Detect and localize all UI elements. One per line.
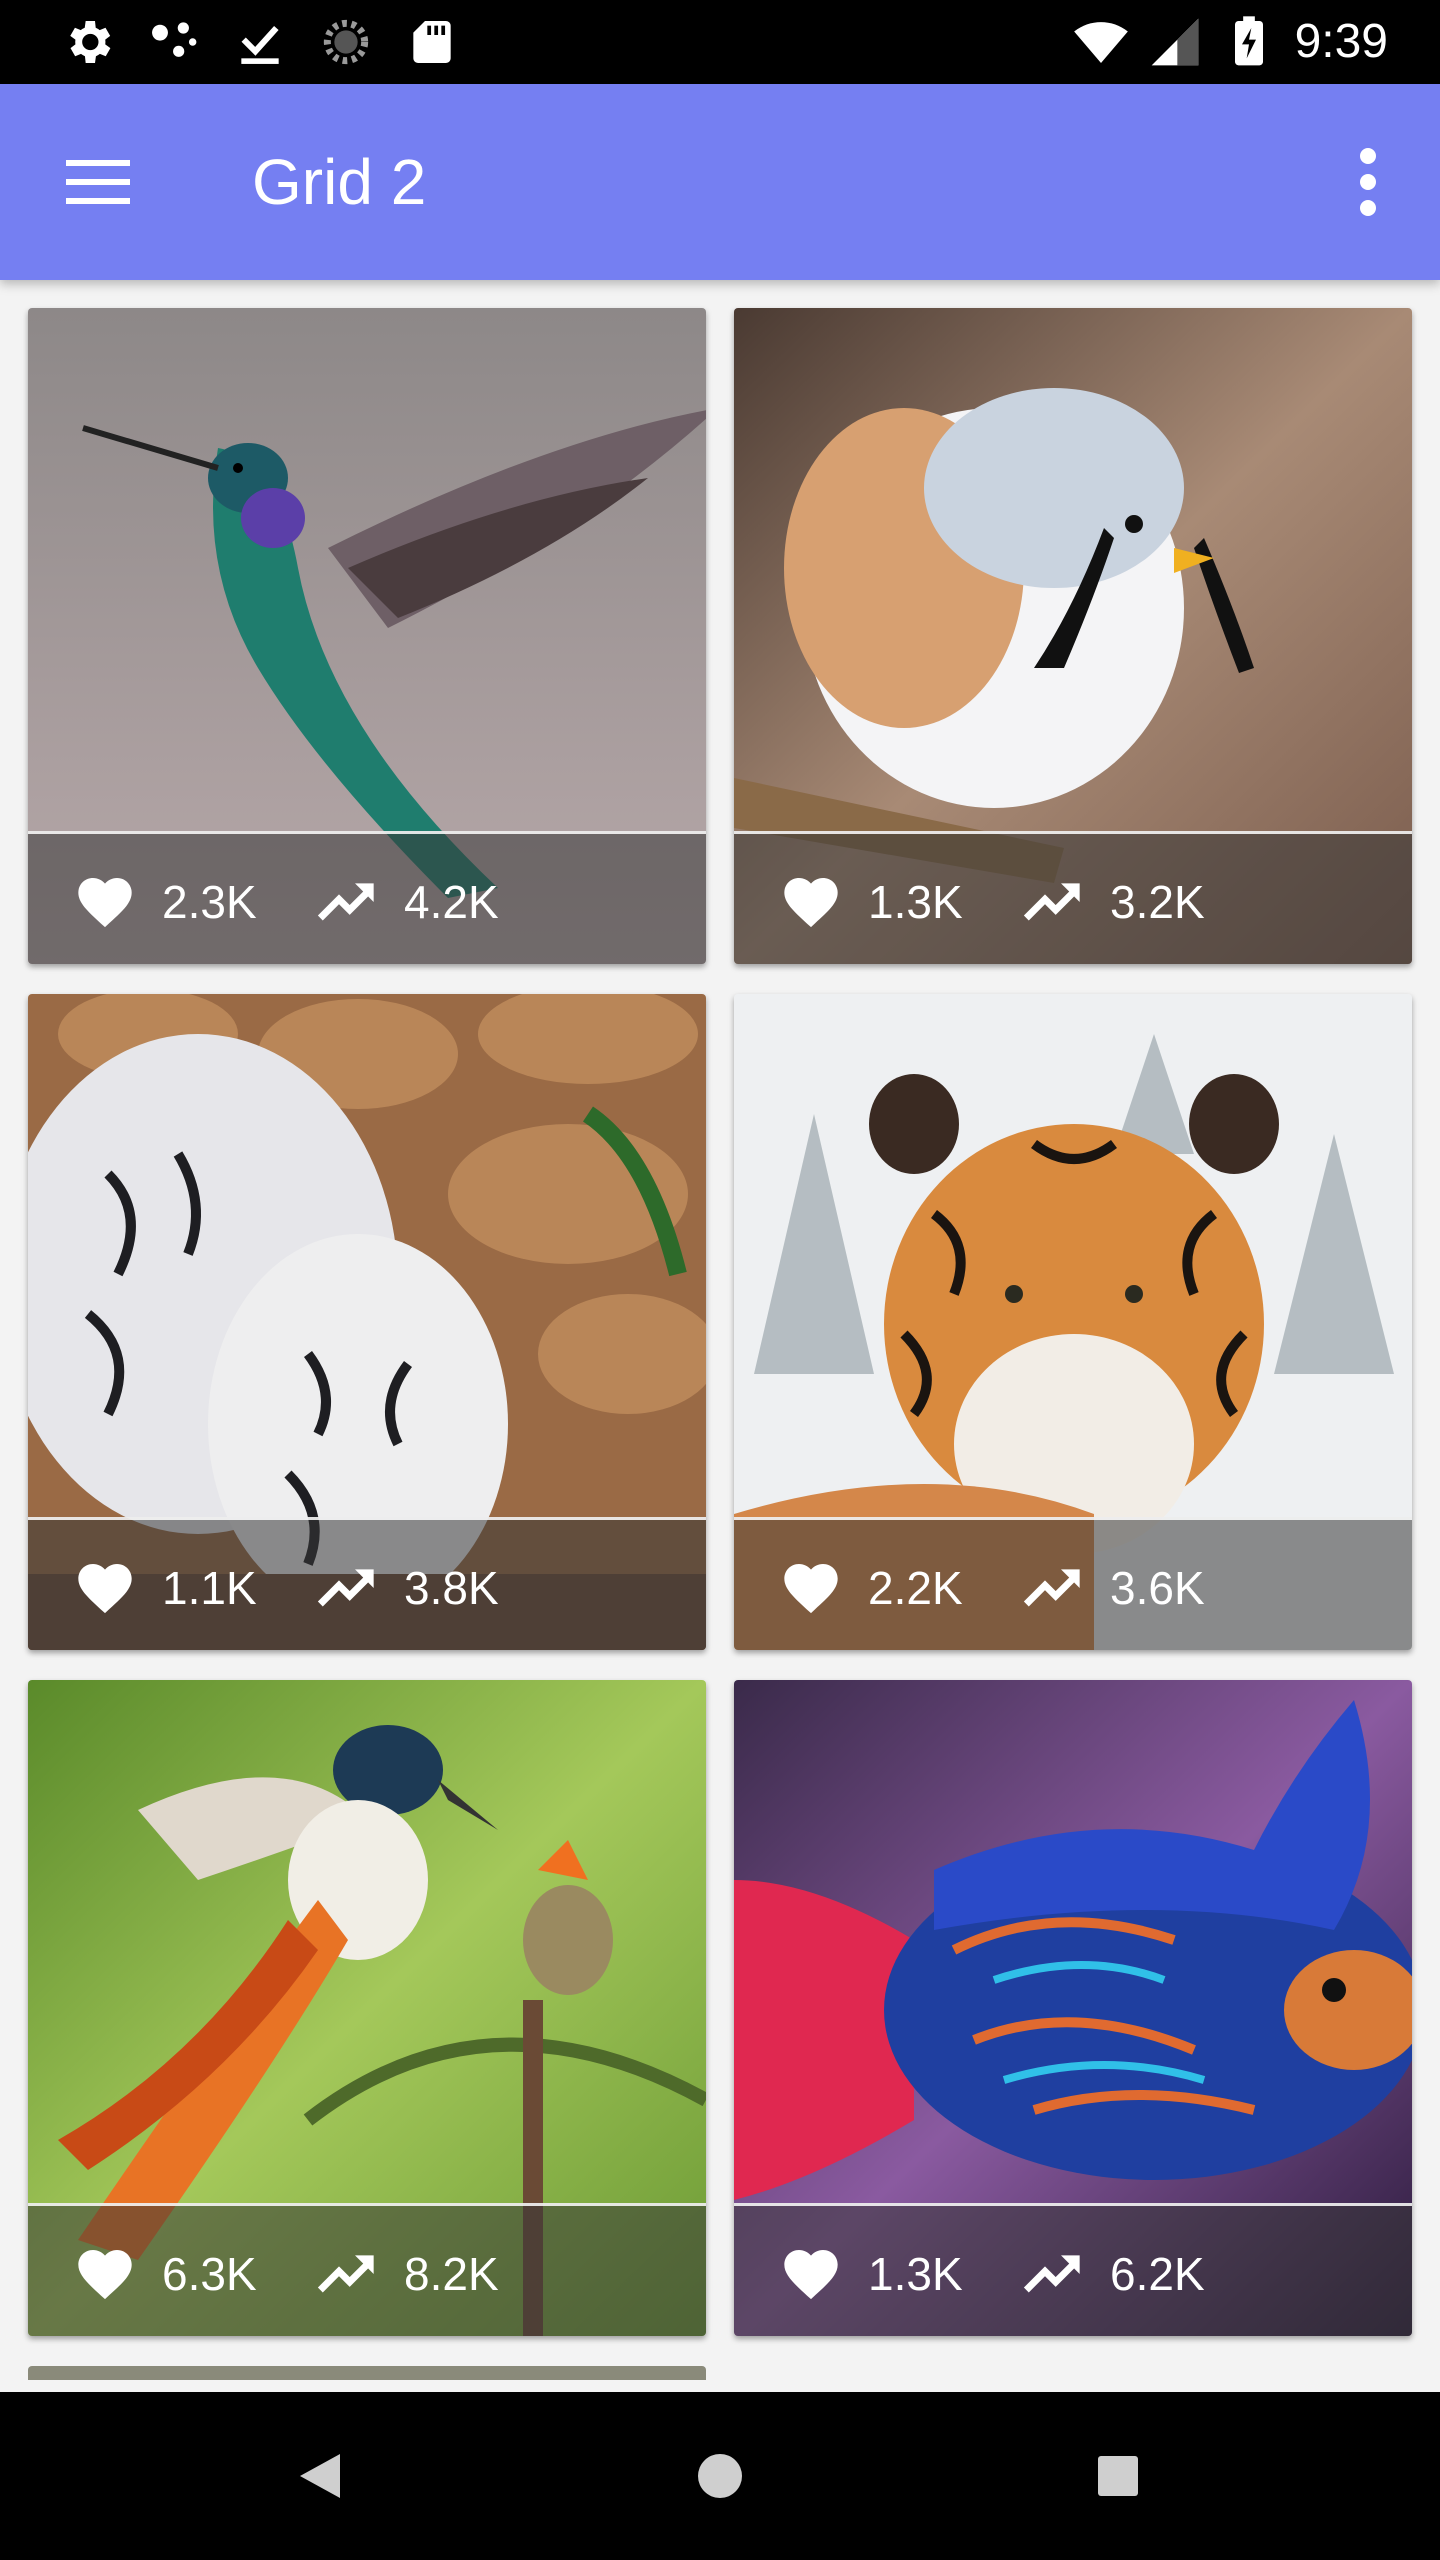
- status-bar: 9:39: [0, 0, 1440, 84]
- dots-icon: [152, 22, 197, 57]
- grid-card[interactable]: 6.3K 8.2K: [28, 1680, 706, 2336]
- card-stats: 1.3K 3.2K: [734, 831, 1412, 964]
- trend-count: 3.2K: [1110, 876, 1205, 928]
- trend-count: 3.6K: [1110, 1562, 1205, 1614]
- recents-icon[interactable]: [1078, 2436, 1158, 2516]
- grid-card[interactable]: 2.2K 3.6K: [734, 994, 1412, 1650]
- page-title: Grid 2: [252, 146, 427, 218]
- likes-count: 1.3K: [868, 2248, 963, 2300]
- clock: 9:39: [1294, 15, 1388, 68]
- grid-card[interactable]: 1.3K 6.2K: [734, 1680, 1412, 2336]
- trend-stat: 4.2K: [312, 870, 499, 934]
- back-icon[interactable]: [282, 2436, 362, 2516]
- heart-icon: [78, 1564, 132, 1614]
- likes-count: 2.2K: [868, 1562, 963, 1614]
- card-stats: 2.3K 4.2K: [28, 831, 706, 964]
- trending-up-icon: [1023, 1569, 1080, 1607]
- trend-stat: 6.2K: [1018, 2242, 1205, 2306]
- trend-stat: 8.2K: [312, 2242, 499, 2306]
- signal-icon: [1151, 18, 1198, 66]
- grid-card[interactable]: 1.3K 3.2K: [734, 308, 1412, 964]
- likes-stat: 2.2K: [776, 1556, 963, 1620]
- heart-icon: [784, 2250, 838, 2300]
- likes-stat: 6.3K: [70, 2242, 257, 2306]
- likes-stat: 1.3K: [776, 870, 963, 934]
- sd-card-icon: [413, 21, 451, 63]
- trend-count: 4.2K: [404, 876, 499, 928]
- likes-count: 1.1K: [162, 1562, 257, 1614]
- trend-stat: 3.2K: [1018, 870, 1205, 934]
- menu-icon[interactable]: [50, 142, 146, 222]
- wifi-icon: [1073, 22, 1128, 63]
- trend-stat: 3.8K: [312, 1556, 499, 1620]
- next-card-peek[interactable]: [28, 2366, 706, 2380]
- grid-card[interactable]: 2.3K 4.2K: [28, 308, 706, 964]
- card-stats: 6.3K 8.2K: [28, 2203, 706, 2336]
- card-stats: 1.3K 6.2K: [734, 2203, 1412, 2336]
- trending-up-icon: [317, 883, 374, 921]
- loading-icon: [323, 19, 369, 65]
- battery-charging-icon: [1234, 16, 1263, 66]
- card-stats: 1.1K 3.8K: [28, 1517, 706, 1650]
- trending-up-icon: [1023, 883, 1080, 921]
- trending-up-icon: [317, 2255, 374, 2293]
- likes-stat: 2.3K: [70, 870, 257, 934]
- home-icon[interactable]: [680, 2436, 760, 2516]
- trend-count: 6.2K: [1110, 2248, 1205, 2300]
- more-vert-icon[interactable]: [1336, 142, 1400, 222]
- trending-up-icon: [1023, 2255, 1080, 2293]
- trend-count: 8.2K: [404, 2248, 499, 2300]
- trend-stat: 3.6K: [1018, 1556, 1205, 1620]
- app-bar: Grid 2: [0, 84, 1440, 280]
- settings-icon: [70, 21, 111, 63]
- heart-icon: [784, 1564, 838, 1614]
- download-done-icon: [241, 25, 279, 64]
- likes-stat: 1.3K: [776, 2242, 963, 2306]
- likes-count: 6.3K: [162, 2248, 257, 2300]
- likes-stat: 1.1K: [70, 1556, 257, 1620]
- trend-count: 3.8K: [404, 1562, 499, 1614]
- heart-icon: [784, 878, 838, 928]
- likes-count: 2.3K: [162, 876, 257, 928]
- grid-card[interactable]: 1.1K 3.8K: [28, 994, 706, 1650]
- card-stats: 2.2K 3.6K: [734, 1517, 1412, 1650]
- heart-icon: [78, 2250, 132, 2300]
- trending-up-icon: [317, 1569, 374, 1607]
- heart-icon: [78, 878, 132, 928]
- navigation-bar: [0, 2392, 1440, 2560]
- likes-count: 1.3K: [868, 876, 963, 928]
